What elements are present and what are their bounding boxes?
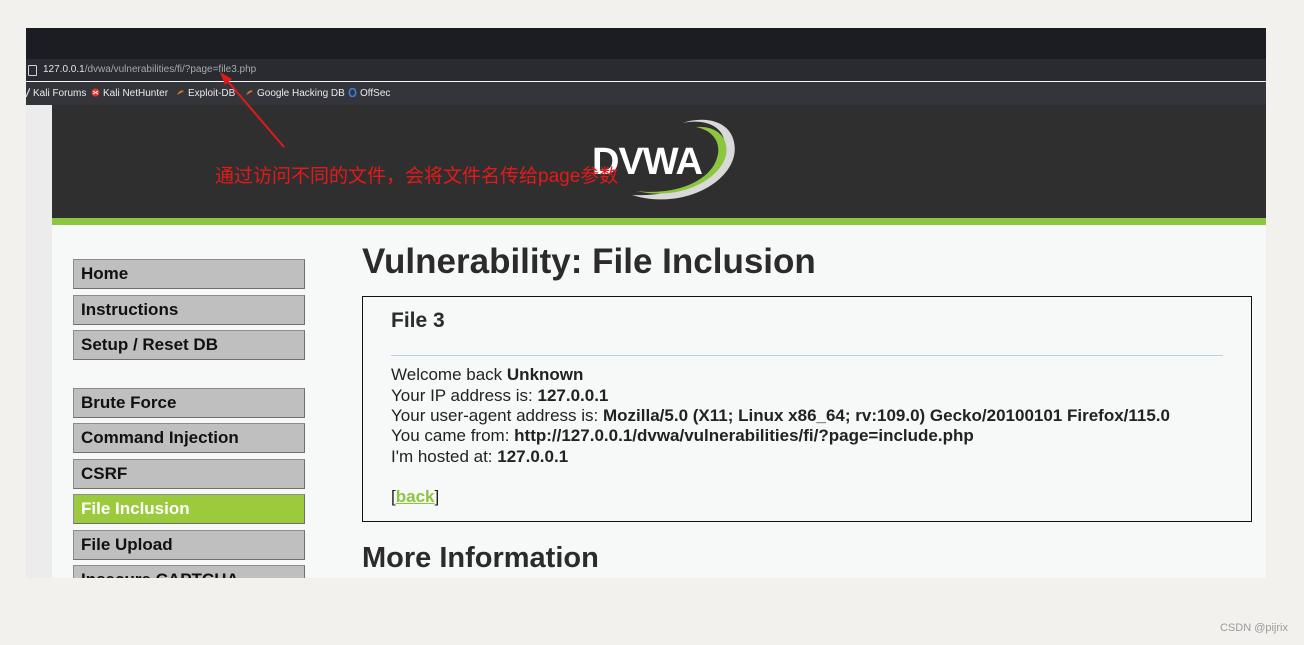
- ip-line: Your IP address is: 127.0.0.1: [391, 386, 608, 406]
- bookmark-label: Kali NetHunter: [103, 88, 169, 99]
- host-line: I'm hosted at: 127.0.0.1: [391, 447, 568, 467]
- ip-prefix: Your IP address is:: [391, 386, 538, 405]
- back-link[interactable]: back: [396, 487, 435, 506]
- welcome-line: Welcome back Unknown: [391, 365, 583, 385]
- referer-line: You came from: http://127.0.0.1/dvwa/vul…: [391, 426, 974, 446]
- menu-item-file-upload[interactable]: File Upload: [73, 530, 305, 560]
- menu-item-csrf[interactable]: CSRF: [73, 459, 305, 489]
- divider: [391, 355, 1223, 356]
- menu-item-setup[interactable]: Setup / Reset DB: [73, 330, 305, 360]
- url-host: 127.0.0.1: [43, 64, 85, 75]
- annotation-arrow: [220, 72, 285, 148]
- address-bar[interactable]: 127.0.0.1/dvwa/vulnerabilities/fi/?page=…: [26, 59, 1266, 81]
- page-title: Vulnerability: File Inclusion: [362, 242, 816, 281]
- bookmarks-bar: Kali Forums Kali NetHunter Exploit-DB Go…: [26, 82, 1266, 105]
- ua-prefix: Your user-agent address is:: [391, 406, 603, 425]
- menu-item-insecure-captcha[interactable]: Insecure CAPTCHA: [73, 565, 305, 578]
- menu-item-instructions[interactable]: Instructions: [73, 295, 305, 325]
- kali-nethunter-icon: [91, 83, 100, 97]
- ua-value: Mozilla/5.0 (X11; Linux x86_64; rv:109.0…: [603, 406, 1170, 425]
- host-value: 127.0.0.1: [497, 447, 569, 466]
- menu-item-command-injection[interactable]: Command Injection: [73, 423, 305, 453]
- host-prefix: I'm hosted at:: [391, 447, 498, 466]
- page-left-edge: [26, 105, 52, 578]
- bookmark-kali-nethunter[interactable]: Kali NetHunter: [91, 82, 168, 105]
- user-agent-line: Your user-agent address is: Mozilla/5.0 …: [391, 406, 1170, 426]
- kali-forums-icon: [26, 83, 31, 98]
- from-prefix: You came from:: [391, 426, 515, 445]
- bookmark-label: OffSec: [360, 88, 391, 99]
- bookmark-label: Kali Forums: [33, 88, 87, 99]
- bookmark-kali-forums[interactable]: Kali Forums: [26, 82, 86, 105]
- watermark: CSDN @pijrix: [1219, 622, 1288, 634]
- menu-item-file-inclusion[interactable]: File Inclusion: [73, 494, 305, 524]
- browser-titlebar: [26, 28, 1266, 59]
- welcome-prefix: Welcome back: [391, 365, 507, 384]
- from-value: http://127.0.0.1/dvwa/vulnerabilities/fi…: [514, 426, 974, 445]
- page-icon: [28, 65, 37, 76]
- file-heading: File 3: [391, 309, 445, 332]
- screenshot-frame: 127.0.0.1/dvwa/vulnerabilities/fi/?page=…: [26, 28, 1266, 578]
- bracket-close: ]: [434, 487, 440, 506]
- welcome-user: Unknown: [506, 365, 584, 384]
- menu-item-home[interactable]: Home: [73, 259, 305, 289]
- bookmark-offsec[interactable]: OffSec: [348, 82, 390, 105]
- more-information-heading: More Information: [362, 542, 599, 574]
- exploit-db-icon: [176, 83, 185, 95]
- menu-item-brute-force[interactable]: Brute Force: [73, 388, 305, 418]
- ip-value: 127.0.0.1: [537, 386, 609, 405]
- back-line: [back]: [391, 487, 439, 507]
- file-content-box: File 3 Welcome back Unknown Your IP addr…: [362, 296, 1252, 522]
- annotation-text: 通过访问不同的文件，会将文件名传给page参数: [215, 166, 619, 187]
- offsec-icon: [348, 83, 357, 98]
